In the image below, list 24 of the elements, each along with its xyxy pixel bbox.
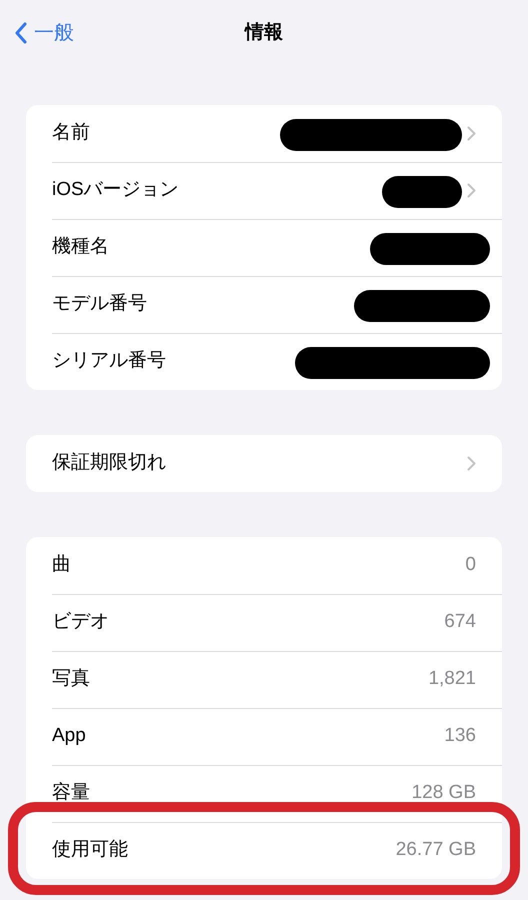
row-label: 容量: [52, 781, 90, 806]
settings-row[interactable]: 保証期限切れ: [26, 435, 502, 492]
row-label: 写真: [52, 667, 90, 692]
row-label: 機種名: [52, 235, 109, 260]
row-label: 曲: [52, 553, 71, 578]
row-label: モデル番号: [52, 292, 147, 316]
back-button[interactable]: 一般: [14, 18, 74, 48]
settings-row[interactable]: 名前: [26, 105, 502, 162]
settings-row[interactable]: iOSバージョン: [26, 162, 502, 219]
row-value: 0: [465, 553, 476, 578]
row-label: 保証期限切れ: [52, 451, 166, 476]
row-value: 674: [444, 610, 476, 634]
row-value: 26.77 GB: [396, 838, 476, 862]
row-value: 136: [444, 724, 476, 748]
row-label: iOSバージョン: [52, 178, 179, 202]
row-label: 名前: [52, 121, 90, 146]
row-value: 1,821: [428, 667, 476, 692]
screen-title: 情報: [245, 21, 283, 45]
row-label: 使用可能: [52, 838, 128, 862]
row-label: シリアル番号: [52, 349, 166, 374]
chevron-left-icon: [14, 22, 28, 44]
row-label: App: [52, 724, 86, 748]
row-value: 128 GB: [412, 781, 476, 806]
row-label: ビデオ: [52, 610, 109, 634]
